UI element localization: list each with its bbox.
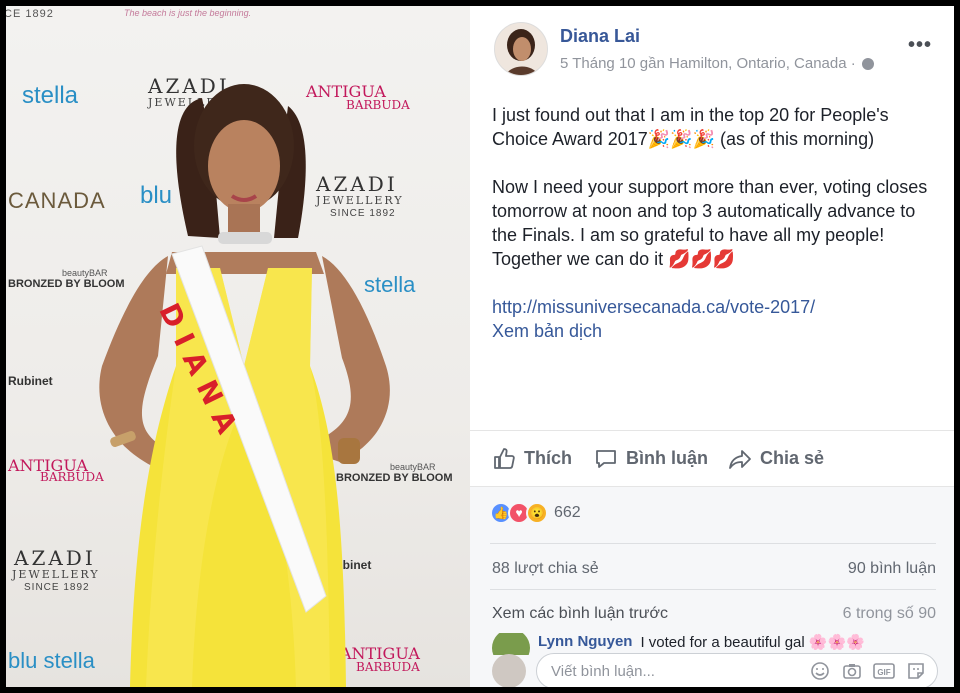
comment-placeholder: Viết bình luận...: [551, 662, 655, 680]
divider: [490, 589, 936, 590]
camera-icon[interactable]: [841, 660, 863, 682]
author-name[interactable]: Diana Lai: [560, 26, 640, 47]
screenshot-frame: CE 1892 The beach is just the beginning.…: [6, 6, 954, 687]
comment-input[interactable]: Viết bình luận... GIF: [536, 653, 938, 687]
sticker-icon[interactable]: [905, 660, 927, 682]
like-button[interactable]: Thích: [492, 447, 572, 471]
post-photo[interactable]: CE 1892 The beach is just the beginning.…: [6, 6, 470, 687]
commenter-name[interactable]: Lynn Nguyen: [538, 633, 632, 650]
reaction-count: 662: [554, 504, 581, 521]
commenter-avatar[interactable]: [492, 633, 530, 655]
comment-label: Bình luận: [626, 448, 708, 468]
gif-icon[interactable]: GIF: [873, 660, 895, 682]
comments-shown-count: 6 trong số 90: [842, 605, 936, 622]
woman-figure: [99, 84, 390, 687]
divider: [490, 543, 936, 544]
post-link[interactable]: http://missuniversecanada.ca/vote-2017/: [492, 295, 932, 319]
share-button[interactable]: Chia sẻ: [728, 447, 824, 471]
action-bar: Thích Bình luận Chia sẻ: [470, 430, 954, 486]
comment-count[interactable]: 90 bình luận: [848, 560, 936, 578]
author-avatar[interactable]: [494, 22, 548, 76]
post-stats: 👍 ♥ 😮 662 88 lượt chia sẻ 90 bình luận X…: [470, 486, 954, 687]
comment-icon: [596, 449, 616, 468]
share-label: Chia sẻ: [760, 448, 825, 468]
comment-composer: Viết bình luận... GIF: [492, 653, 938, 687]
emoji-icon[interactable]: [809, 660, 831, 682]
share-arrow-icon: [729, 449, 751, 469]
view-previous-comments[interactable]: Xem các bình luận trước: [492, 605, 668, 623]
post-timestamp-location[interactable]: 5 Tháng 10 gần Hamilton, Ontario, Canada…: [560, 55, 856, 72]
globe-icon: [861, 57, 874, 70]
see-translation-link[interactable]: Xem bản dịch: [492, 319, 932, 343]
post-paragraph-1: I just found out that I am in the top 20…: [492, 105, 889, 149]
comment-button[interactable]: Bình luận: [594, 447, 708, 471]
reactions-summary[interactable]: 👍 ♥ 😮 662: [490, 502, 581, 524]
post-paragraph-2: Now I need your support more than ever, …: [492, 177, 928, 269]
post-panel: Diana Lai 5 Tháng 10 gần Hamilton, Ontar…: [470, 6, 954, 687]
share-count[interactable]: 88 lượt chia sẻ: [492, 560, 599, 578]
post-body: I just found out that I am in the top 20…: [492, 103, 932, 343]
comment-item: Lynn Nguyen I voted for a beautiful gal …: [492, 633, 932, 655]
thumbs-up-icon: [494, 447, 515, 469]
post-meta: 5 Tháng 10 gần Hamilton, Ontario, Canada…: [560, 55, 874, 72]
comment-text: I voted for a beautiful gal 🌸🌸🌸: [640, 634, 865, 651]
more-options-icon[interactable]: •••: [908, 34, 932, 57]
wow-reaction-icon: 😮: [526, 502, 548, 524]
like-label: Thích: [524, 448, 572, 468]
svg-text:GIF: GIF: [877, 668, 890, 677]
current-user-avatar: [492, 654, 526, 687]
